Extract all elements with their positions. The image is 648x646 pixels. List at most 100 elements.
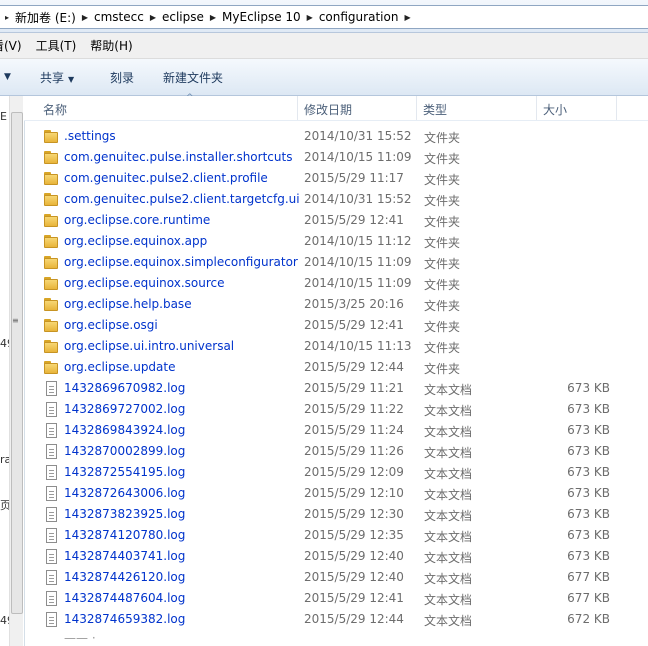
column-header-name[interactable]: 名称: [43, 101, 67, 118]
file-name: 1432869727002.log: [64, 402, 186, 416]
file-size: 673 KB: [567, 528, 610, 542]
list-item[interactable]: com.genuitec.pulse2.client.targetcfg.ui 2…: [24, 189, 648, 210]
file-name: 1432873823925.log: [64, 507, 186, 521]
file-date: 2015/3/25 20:16: [304, 297, 404, 311]
text-file-icon: [43, 591, 59, 606]
file-size: 672 KB: [567, 612, 610, 626]
column-divider[interactable]: [297, 96, 298, 120]
list-item[interactable]: 1432873823925.log 2015/5/29 12:30 文本文档 673 …: [24, 504, 648, 525]
list-item[interactable]: 1432872643006.log 2015/5/29 12:10 文本文档 673 …: [24, 483, 648, 504]
new-folder-button[interactable]: 新建文件夹: [163, 69, 223, 86]
file-type: 文本文档: [424, 509, 473, 523]
file-type: 文本文档: [424, 383, 473, 397]
breadcrumb[interactable]: ▸ 新加卷 (E:) ▶ cmstecc ▶ eclipse ▶ MyEclipse …: [0, 5, 648, 29]
folder-icon: [43, 192, 59, 207]
file-type: 文件夹: [424, 362, 461, 376]
file-type: 文件夹: [424, 278, 461, 292]
breadcrumb-item-eclipse[interactable]: eclipse ▶: [156, 10, 216, 24]
column-divider[interactable]: [536, 96, 537, 120]
list-item[interactable]: org.eclipse.update 2015/5/29 12:44 文件夹: [24, 357, 648, 378]
menu-help[interactable]: 帮助(H): [83, 37, 139, 54]
list-item[interactable]: 1432874487604.log 2015/5/29 12:41 文本文档 677 …: [24, 588, 648, 609]
list-item[interactable]: .settings 2014/10/31 15:52 文件夹: [24, 126, 648, 147]
list-item[interactable]: org.eclipse.help.base 2015/3/25 20:16 文件夹: [24, 294, 648, 315]
column-divider[interactable]: [616, 96, 617, 120]
folder-icon: [43, 297, 59, 312]
share-button[interactable]: 共享 ▼: [40, 69, 74, 86]
text-file-icon: [43, 402, 59, 417]
nav-fragment[interactable]: E: [0, 110, 7, 123]
file-size: 673 KB: [567, 402, 610, 416]
list-item[interactable]: 1432870002899.log 2015/5/29 11:26 文本文档 673 …: [24, 441, 648, 462]
list-item[interactable]: com.genuitec.pulse.installer.shortcuts 20…: [24, 147, 648, 168]
file-type: 文件夹: [424, 341, 461, 355]
text-file-icon: [43, 549, 59, 564]
list-item[interactable]: org.eclipse.osgi 2015/5/29 12:41 文件夹: [24, 315, 648, 336]
list-item[interactable]: 1432874659382.log 2015/5/29 12:44 文本文档 672 …: [24, 609, 648, 630]
file-type: 文件夹: [424, 194, 461, 208]
file-name: org.eclipse.equinox.simpleconfigurator: [64, 255, 298, 269]
file-date: 2015/5/29 11:24: [304, 423, 404, 437]
breadcrumb-item-cmstecc[interactable]: cmstecc ▶: [88, 10, 156, 24]
text-file-icon: [43, 528, 59, 543]
list-item[interactable]: com.genuitec.pulse2.client.profile 2015/5…: [24, 168, 648, 189]
folder-icon: [43, 276, 59, 291]
folder-icon: [43, 213, 59, 228]
chevron-right-icon[interactable]: ▶: [404, 13, 410, 22]
file-type: 文本文档: [424, 425, 473, 439]
file-date: 2015/5/29 12:44: [304, 360, 404, 374]
list-item[interactable]: 1432874403741.log 2015/5/29 12:40 文本文档 673 …: [24, 546, 648, 567]
column-header-date[interactable]: 修改日期: [304, 101, 352, 118]
file-size: 673 KB: [567, 507, 610, 521]
sort-ascending-icon: ^: [186, 93, 194, 103]
list-item[interactable]: 1432872554195.log 2015/5/29 12:09 文本文档 673 …: [24, 462, 648, 483]
file-name: com.genuitec.pulse2.client.profile: [64, 171, 268, 185]
file-date: 2015/5/29 12:41: [304, 213, 404, 227]
file-type: 文本文档: [424, 404, 473, 418]
file-type: 文本文档: [424, 530, 473, 544]
file-name: org.eclipse.ui.intro.universal: [64, 339, 235, 353]
breadcrumb-item-configuration[interactable]: configuration ▶: [313, 10, 411, 24]
breadcrumb-label: cmstecc: [93, 10, 144, 24]
list-item[interactable]: 1432874426120.log 2015/5/29 12:40 文本文档 677 …: [24, 567, 648, 588]
list-item[interactable]: org.eclipse.core.runtime 2015/5/29 12:41 文…: [24, 210, 648, 231]
list-item[interactable]: 1432869843924.log 2015/5/29 11:24 文本文档 673 …: [24, 420, 648, 441]
file-date: 2014/10/15 11:12: [304, 234, 412, 248]
folder-icon: [43, 255, 59, 270]
list-item[interactable]: org.eclipse.ui.intro.universal 2014/10/15…: [24, 336, 648, 357]
dropdown-arrow-icon[interactable]: ▼: [4, 72, 11, 82]
column-header-type[interactable]: 类型: [423, 101, 447, 118]
breadcrumb-item-myeclipse[interactable]: MyEclipse 10 ▶: [216, 10, 313, 24]
breadcrumb-item-drive[interactable]: 新加卷 (E:) ▶: [9, 9, 88, 26]
list-item[interactable]: org.eclipse.equinox.app 2014/10/15 11:12 文…: [24, 231, 648, 252]
list-item[interactable]: org.eclipse.equinox.simpleconfigurator 20…: [24, 252, 648, 273]
list-item[interactable]: org.eclipse.equinox.source 2014/10/15 11:…: [24, 273, 648, 294]
file-type: 文件夹: [424, 173, 461, 187]
burn-button[interactable]: 刻录: [110, 69, 134, 86]
file-size: 677 KB: [567, 570, 610, 584]
text-file-icon: [43, 612, 59, 627]
list-item[interactable]: 1432869670982.log 2015/5/29 11:21 文本文档 673 …: [24, 378, 648, 399]
folder-icon: [43, 318, 59, 333]
file-type: 文件夹: [424, 320, 461, 334]
column-header-size[interactable]: 大小: [543, 101, 567, 118]
text-file-icon: [43, 507, 59, 522]
list-item[interactable]: 1432869727002.log 2015/5/29 11:22 文本文档 673 …: [24, 399, 648, 420]
file-date: 2015/5/29 11:21: [304, 381, 404, 395]
breadcrumb-label: 新加卷 (E:): [15, 10, 76, 25]
file-date: 2015/5/29 12:10: [304, 486, 404, 500]
text-file-icon: [43, 381, 59, 396]
scrollbar-thumb[interactable]: [11, 112, 23, 614]
list-item[interactable]: 1432874120780.log 2015/5/29 12:35 文本文档 673 …: [24, 525, 648, 546]
navigation-scrollbar[interactable]: ≡: [9, 96, 23, 646]
breadcrumb-prefix-arrow[interactable]: ▸: [0, 13, 9, 22]
menu-tools[interactable]: 工具(T): [29, 37, 84, 54]
text-file-icon: [43, 570, 59, 585]
file-date: 2015/5/29 12:40: [304, 570, 404, 584]
file-date: 2015/5/29 11:22: [304, 402, 404, 416]
file-date: 2014/10/15 11:09: [304, 150, 412, 164]
menu-view[interactable]: 看(V): [0, 37, 29, 54]
file-name: .settings: [64, 129, 116, 143]
column-divider[interactable]: [416, 96, 417, 120]
file-name: 1432872554195.log: [64, 465, 186, 479]
